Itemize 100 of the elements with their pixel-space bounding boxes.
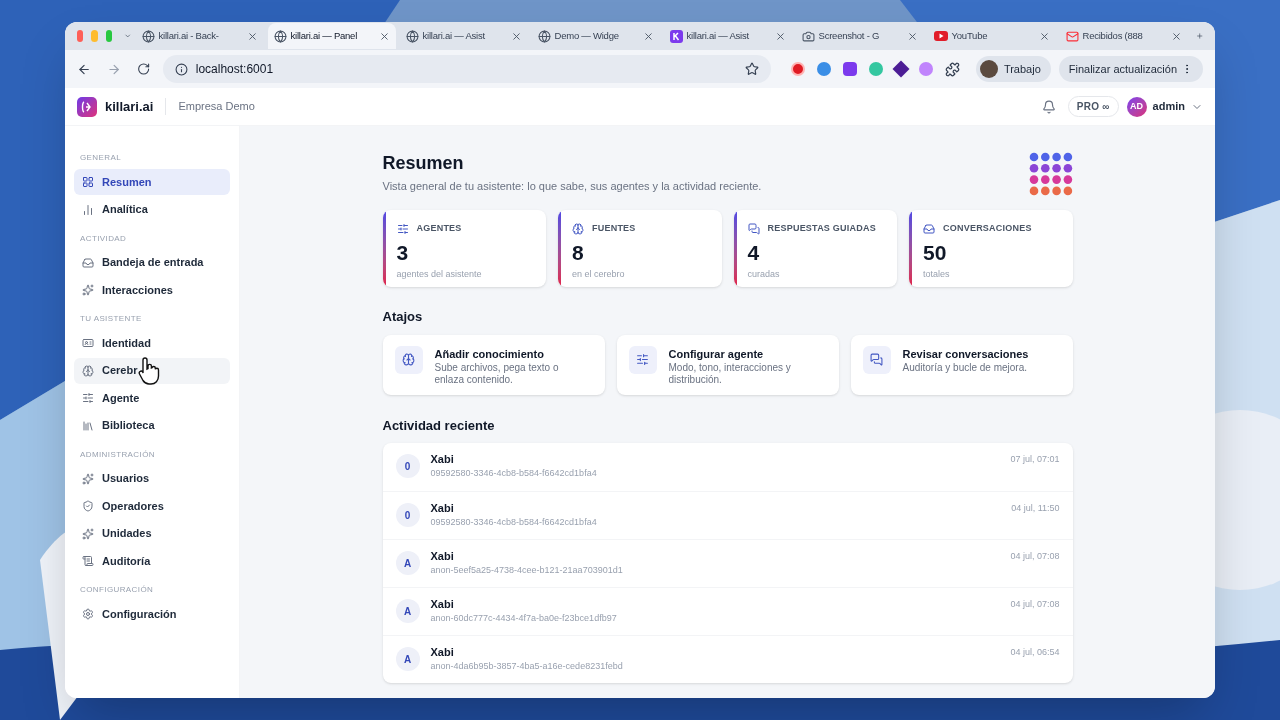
sidebar-item[interactable]: Bandeja de entrada	[74, 249, 230, 276]
sidebar-section-title: ADMINISTRACIÓN	[79, 448, 156, 461]
sidebar-item[interactable]: Configuración	[74, 601, 230, 627]
sidebar-section-title: GENERAL	[79, 152, 123, 164]
sidebar-item[interactable]: Analítica	[74, 196, 230, 223]
activity-time: 04 jul, 06:54	[1010, 646, 1060, 659]
user-avatar: AD	[1126, 96, 1147, 117]
brain-icon	[82, 364, 94, 377]
stat-label: FUENTES	[592, 222, 636, 235]
stat-caption: agentes del asistente	[396, 267, 483, 281]
close-icon[interactable]	[378, 30, 390, 42]
tab-title: YouTube	[951, 28, 988, 43]
conversation-id: anon-4da6b95b-3857-4ba5-a16e-cede8231febd	[430, 659, 624, 673]
notifications-bell-icon[interactable]	[1041, 99, 1056, 114]
close-icon[interactable]	[1170, 30, 1182, 42]
sidebar-item[interactable]: Biblioteca	[74, 412, 230, 439]
activity-time: 07 jul, 07:01	[1010, 453, 1060, 466]
activity-row[interactable]: A Xabi anon-60dc777c-4434-4f7a-ba0e-f23bce1dfb97 04 jul, 07:08	[382, 587, 1073, 635]
stat-caption: en el cerebro	[572, 267, 626, 281]
brand-logo-icon	[77, 96, 97, 117]
browser-tab[interactable]: YouTube	[927, 23, 1056, 49]
sparkles-icon	[82, 284, 94, 296]
stat-value: 4	[747, 241, 761, 263]
tab-title: Recibidos (888	[1082, 28, 1143, 43]
chat-bubbles-tile-icon	[862, 345, 891, 374]
browser-tab[interactable]: killari.ai — Asist	[663, 23, 792, 49]
tab-title: killari.ai — Asist	[422, 28, 485, 43]
sidebar-section-title: ACTIVIDAD	[79, 232, 128, 245]
user-name: admin	[1152, 99, 1185, 115]
activity-row[interactable]: A Xabi anon-4da6b95b-3857-4ba5-a16e-cede8231febd 04 jul, 06:54	[382, 635, 1073, 683]
page-title: Resumen	[382, 152, 465, 175]
sidebar-item[interactable]: Interacciones	[74, 277, 230, 303]
shortcut-title: Revisar conversaciones	[902, 346, 1030, 362]
update-button[interactable]: Finalizar actualización	[1058, 56, 1203, 82]
shortcut-description: Modo, tono, interacciones y distribución.	[668, 362, 792, 386]
grid-icon	[82, 176, 94, 188]
address-bar[interactable]: localhost:6001	[162, 55, 771, 83]
user-menu[interactable]: AD admin	[1126, 96, 1203, 117]
sparkles-icon	[82, 527, 94, 540]
section-title: Actividad reciente	[382, 416, 496, 435]
inbox-icon	[923, 222, 935, 235]
chat-bubbles-icon	[747, 222, 760, 235]
shortcut-description: Sube archivos, pega texto o enlaza contenido.	[434, 362, 560, 386]
page-subtitle: Vista general de tu asistente: lo que sabe, sus agentes y la actividad reciente.	[382, 178, 762, 194]
sidebar-item[interactable]: Cerebr	[74, 357, 230, 384]
stat-value: 8	[572, 241, 585, 263]
sidebar-item[interactable]: Resumen	[74, 169, 230, 195]
activity-row[interactable]: 0 Xabi 09592580-3346-4cb8-b584-f6642cd1bfa4 04 jul, 11:50	[382, 491, 1073, 539]
initial-avatar: A	[395, 551, 420, 575]
activity-row[interactable]: A Xabi anon-5eef5a25-4738-4cee-b121-21aa703901d1 04 jul, 07:08	[382, 539, 1073, 587]
globe-icon	[141, 29, 155, 43]
brain-tile-icon	[394, 345, 423, 374]
initial-avatar: 0	[395, 503, 420, 527]
browser-tab[interactable]: Demo — Widge	[531, 23, 660, 49]
shortcut-card[interactable]: Configurar agente Modo, tono, interacciones y distribución.	[616, 334, 839, 395]
tab-title: killari.ai - Back-	[158, 28, 219, 43]
browser-tab[interactable]: Recibidos (888	[1059, 23, 1188, 49]
shortcut-card[interactable]: Revisar conversaciones Auditoría y bucle de mejora.	[850, 334, 1073, 395]
reload-icon[interactable]	[137, 62, 151, 76]
sidebar-item[interactable]: Identidad	[74, 330, 230, 356]
close-icon[interactable]	[642, 30, 654, 42]
conversation-id: anon-5eef5a25-4738-4cee-b121-21aa703901d1	[430, 563, 624, 577]
extensions-icon[interactable]	[944, 61, 960, 77]
sidebar-section-title: CONFIGURACIÓN	[79, 584, 155, 596]
id-card-icon	[82, 337, 94, 349]
close-icon[interactable]	[246, 30, 258, 42]
extension-icon[interactable]	[790, 62, 805, 76]
shortcut-card[interactable]: Añadir conocimiento Sube archivos, pega texto o enlaza contenido.	[382, 334, 605, 395]
close-icon[interactable]	[510, 30, 522, 42]
browser-tab[interactable]: killari.ai — Asist	[399, 23, 528, 49]
info-icon	[174, 62, 188, 76]
stat-caption: curadas	[747, 267, 781, 281]
activity-row[interactable]: 0 Xabi 09592580-3346-4cb8-b584-f6642cd1bfa4 07 jul, 07:01	[382, 443, 1073, 491]
extension-icon[interactable]	[842, 62, 857, 76]
conversation-id: 09592580-3346-4cb8-b584-f6642cd1bfa4	[430, 515, 598, 529]
tab-title: killari.ai — Asist	[686, 28, 749, 43]
sidebar-item[interactable]: Operadores	[74, 493, 230, 519]
inbox-icon	[82, 256, 94, 269]
sparkles-icon	[82, 472, 94, 485]
avatar-icon	[979, 60, 998, 78]
close-icon[interactable]	[906, 30, 918, 42]
browser-tab[interactable]: Screenshot - G	[795, 23, 924, 49]
sidebar-item[interactable]: Unidades	[74, 520, 230, 547]
shortcut-title: Añadir conocimiento	[434, 346, 545, 362]
sidebar-item[interactable]: Agente	[74, 385, 230, 411]
initial-avatar: A	[395, 599, 420, 623]
settings-icon	[82, 608, 94, 620]
browser-tab[interactable]: killari.ai - Back-	[135, 23, 264, 49]
profile-button[interactable]: Trabajo	[975, 56, 1051, 82]
contact-name: Xabi	[430, 453, 455, 467]
browser-tab[interactable]: killari.ai — Panel	[267, 23, 396, 49]
tab-title: killari.ai — Panel	[290, 28, 358, 43]
initial-avatar: 0	[395, 454, 420, 478]
tab-title: Screenshot - G	[818, 28, 880, 43]
close-icon[interactable]	[1038, 30, 1050, 42]
close-icon[interactable]	[774, 30, 786, 42]
sidebar-item[interactable]: Usuarios	[74, 465, 230, 492]
sidebar-item[interactable]: Auditoría	[74, 548, 230, 574]
bookmark-star-icon[interactable]	[744, 62, 759, 76]
sliders-icon	[82, 392, 94, 404]
